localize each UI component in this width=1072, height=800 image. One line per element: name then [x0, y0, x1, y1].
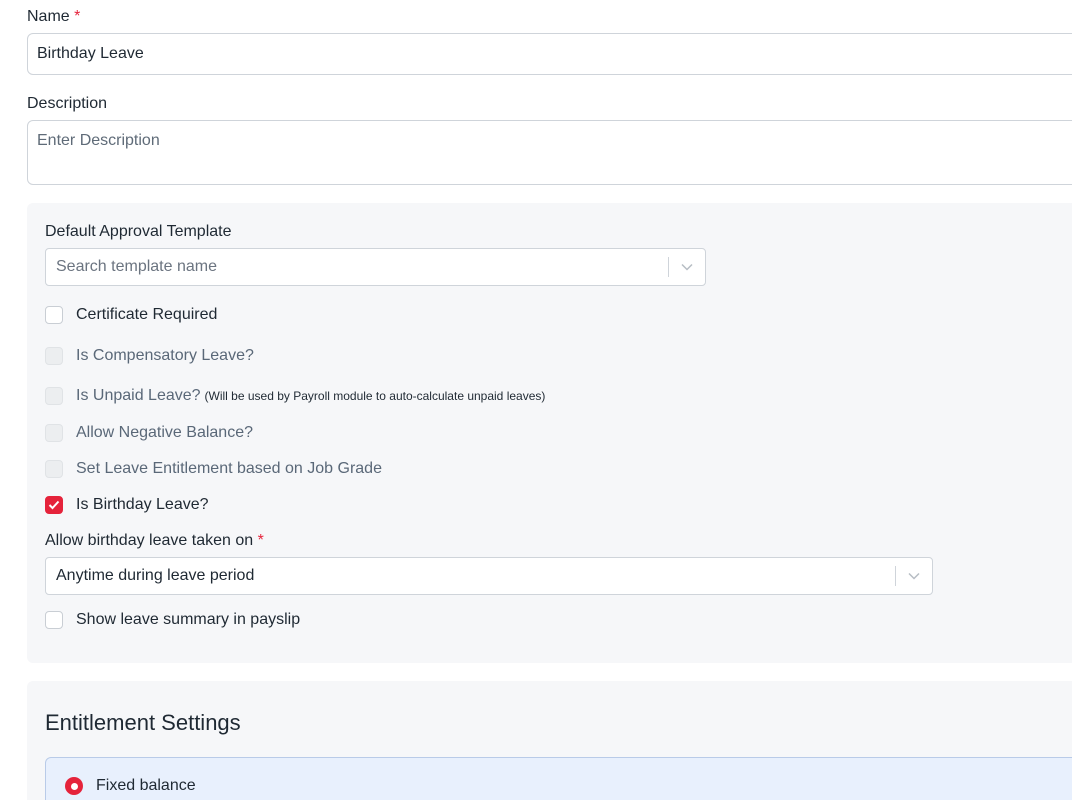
fixed-balance-label: Fixed balance: [96, 777, 196, 794]
radio-selected[interactable]: [65, 777, 83, 795]
checkbox-disabled: [45, 460, 63, 478]
name-label: Name *: [27, 8, 81, 25]
approval-template-select[interactable]: Search template name: [45, 248, 706, 286]
approval-template-label: Default Approval Template: [45, 223, 232, 240]
radio-dot: [70, 782, 78, 790]
entitlement-settings-title: Entitlement Settings: [45, 710, 241, 735]
checkbox-checked[interactable]: [45, 496, 63, 514]
chevron-down-icon[interactable]: [669, 249, 705, 285]
fixed-balance-radio-row[interactable]: Fixed balance: [65, 777, 196, 795]
check-icon: [48, 500, 60, 510]
required-mark: *: [257, 532, 264, 549]
description-label: Description: [27, 95, 108, 112]
checkbox-disabled: [45, 424, 63, 442]
birthday-taken-on-select[interactable]: Anytime during leave period: [45, 557, 933, 595]
required-mark: *: [74, 8, 81, 25]
fixed-balance-option-card[interactable]: Fixed balance: [45, 757, 1072, 800]
checkbox-disabled: [45, 387, 63, 405]
option-certificate-required[interactable]: Certificate Required: [45, 304, 217, 326]
option-show-payslip-summary[interactable]: Show leave summary in payslip: [45, 609, 300, 631]
approval-template-placeholder: Search template name: [56, 258, 217, 275]
birthday-taken-on-label: Allow birthday leave taken on *: [45, 532, 264, 549]
option-birthday-leave[interactable]: Is Birthday Leave?: [45, 494, 209, 516]
checkbox-disabled: [45, 347, 63, 365]
description-input[interactable]: [27, 120, 1072, 185]
option-job-grade-entitlement: Set Leave Entitlement based on Job Grade: [45, 458, 382, 480]
option-negative-balance: Allow Negative Balance?: [45, 422, 253, 444]
option-compensatory-leave: Is Compensatory Leave?: [45, 345, 254, 367]
option-unpaid-leave: Is Unpaid Leave? (Will be used by Payroll…: [45, 385, 545, 407]
unpaid-leave-note: (Will be used by Payroll module to auto-…: [204, 389, 546, 403]
checkbox[interactable]: [45, 306, 63, 324]
checkbox[interactable]: [45, 611, 63, 629]
birthday-taken-on-value: Anytime during leave period: [56, 567, 255, 584]
name-input[interactable]: [27, 33, 1072, 75]
chevron-down-icon[interactable]: [896, 558, 932, 594]
